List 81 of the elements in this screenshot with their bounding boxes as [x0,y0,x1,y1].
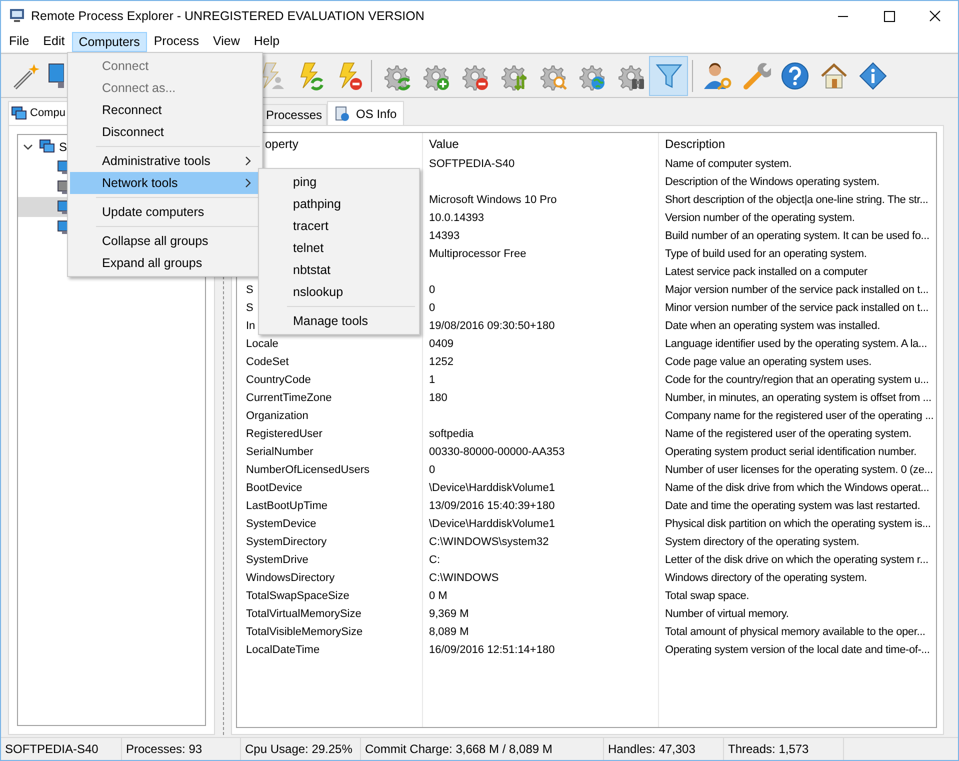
table-cell: Organization [246,410,308,422]
table-cell: softpedia [429,428,474,440]
table-cell: 0 [429,302,436,314]
table-cell: SystemDirectory [246,536,327,548]
table-cell: S [246,284,254,296]
table-cell: Windows directory of the operating system. [665,572,867,584]
status-text: Handles: 47,303 [608,741,696,758]
table-cell: Name of the registered user of the operating system. [665,428,912,440]
table-cell: Locale [246,338,278,350]
table-cell: Code page value an operating system uses. [665,356,872,368]
status-text: Threads: 1,573 [728,741,809,758]
table-cell: RegisteredUser [246,428,322,440]
table-cell: CodeSet [246,356,289,368]
table-cell: Date and time the operating system was last restarted. [665,500,920,512]
table-cell: C:\WINDOWS [429,572,499,584]
table-cell: Operating system version of the local date and time-of-... [665,644,930,656]
table-cell: 1252 [429,356,454,368]
table-cell: 10.0.14393 [429,212,484,224]
status-text: Cpu Usage: 29.25% [245,741,352,758]
table-cell: CountryCode [246,374,311,386]
table-cell: LastBootUpTime [246,500,328,512]
status-text: SOFTPEDIA-S40 [5,741,98,758]
status-text: Processes: 93 [126,741,202,758]
table-cell: Language identifier used by the operating system. A la... [665,338,927,350]
table-cell: Number of virtual memory. [665,608,789,620]
table-cell: Version number of the operating system. [665,212,855,224]
table-cell: 14393 [429,230,460,242]
table-cell: \Device\HarddiskVolume1 [429,482,555,494]
table-cell: TotalVisibleMemorySize [246,626,363,638]
table-cell: Number, in minutes, an operating system is offset from ... [665,392,932,404]
table-cell: 9,369 M [429,608,469,620]
table-cell: 19/08/2016 09:30:50+180 [429,320,555,332]
table-cell: Minor version number of the service pack installed on t... [665,302,929,314]
table-cell: 0 M [429,590,448,602]
table-cell: Total swap space. [665,590,750,602]
table-cell: Code for the country/region that an operating system u... [665,374,929,386]
table-cell: Letter of the disk drive on which the operating system r... [665,554,928,566]
status-text: Commit Charge: 3,668 M / 8,089 M [365,741,552,758]
table-cell: System directory of the operating system. [665,536,860,548]
table-cell: Date when an operating system was installed. [665,320,880,332]
table-cell: Company name for the registered user of the operating ... [665,410,934,422]
table-cell: 0 [429,464,436,476]
table-cell: WindowsDirectory [246,572,335,584]
table-cell: Type of build used for an operating system. [665,248,867,260]
table-cell: Microsoft Windows 10 Pro [429,194,557,206]
table-cell: 13/09/2016 15:40:39+180 [429,500,555,512]
table-cell: Operating system product serial identification number. [665,446,916,458]
table-cell: SOFTPEDIA-S40 [429,158,515,170]
table-cell: Total amount of physical memory available to the oper... [665,626,926,638]
table-cell: SystemDrive [246,554,308,566]
table-cell: SerialNumber [246,446,314,458]
table-cell: Physical disk partition on which the operating system is... [665,518,931,530]
table-cell: Name of computer system. [665,158,792,170]
table-cell: LocalDateTime [246,644,320,656]
table-cell: 1 [429,374,436,386]
table-cell: \Device\HarddiskVolume1 [429,518,555,530]
table-cell: SystemDevice [246,518,316,530]
table-cell: 8,089 M [429,626,469,638]
table-cell: 0409 [429,338,454,350]
table-cell: Description of the Windows operating system. [665,176,880,188]
table-cell: C:\WINDOWS\system32 [429,536,549,548]
window-title: Remote Process Explorer - UNREGISTERED EVALUATION VERSION [31,8,424,25]
table-cell: TotalSwapSpaceSize [246,590,350,602]
table-cell: S [246,302,254,314]
table-cell: 180 [429,392,448,404]
table-cell: Major version number of the service pack installed on t... [665,284,929,296]
table-cell: 16/09/2016 12:51:14+180 [429,644,555,656]
table-cell: Build number of an operating system. It can be used fo... [665,230,930,242]
table-cell: 00330-80000-00000-AA353 [429,446,565,458]
table-cell: TotalVirtualMemorySize [246,608,362,620]
table-cell: C: [429,554,440,566]
table-cell: Name of the disk drive from which the Windows operat... [665,482,930,494]
table-cell: BootDevice [246,482,302,494]
table-cell: Number of user licenses for the operating system. 0 (ze... [665,464,933,476]
table-cell: Multiprocessor Free [429,248,526,260]
table-cell: Short description of the object|a one-line string. The str... [665,194,928,206]
table-cell: NumberOfLicensedUsers [246,464,370,476]
table-cell: 0 [429,284,436,296]
table-cell: CurrentTimeZone [246,392,332,404]
table-cell: Latest service pack installed on a computer [665,266,868,278]
table-cell: In [246,320,256,332]
